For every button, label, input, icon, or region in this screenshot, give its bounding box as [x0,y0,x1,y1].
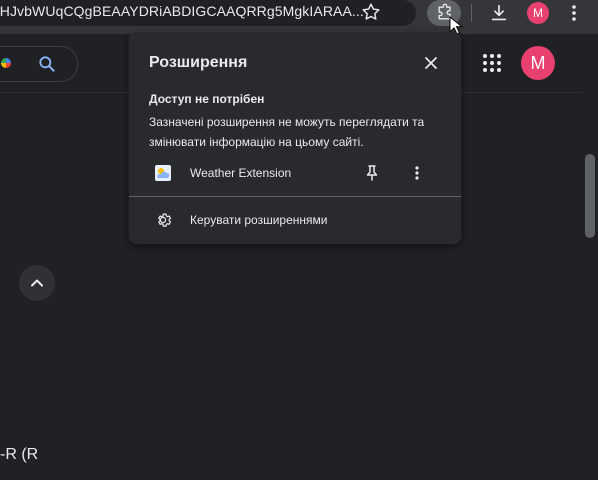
download-icon[interactable] [488,2,510,29]
more-vert-icon[interactable] [566,2,582,29]
address-bar[interactable]: ZjaHJvbWUqCQgBEAAYDRiABDIGCAAQRRg5MgkIAR… [0,0,416,26]
pin-icon[interactable] [364,164,380,187]
popup-divider [129,196,461,197]
page-text-fragment: -R (R [0,446,39,463]
extension-name: Weather Extension [190,166,292,180]
extensions-popup: Розширення Доступ не потрібен Зазначені … [129,32,461,244]
scrollbar-track[interactable] [582,92,598,480]
chevron-up-icon [31,279,43,287]
search-icon[interactable] [37,54,57,79]
scroll-up-button[interactable] [19,265,55,301]
star-icon[interactable] [360,1,382,23]
apps-icon[interactable] [482,53,502,78]
gear-icon [154,211,172,234]
section-description: Зазначені розширення не можуть перегляда… [149,115,425,149]
popup-title: Розширення [149,54,248,71]
google-logo-icon [1,58,11,68]
profile-avatar-large[interactable]: M [521,46,555,80]
profile-avatar-small[interactable]: M [527,2,549,24]
extension-row-weather[interactable]: Weather Extension [129,156,461,190]
toolbar-separator [471,4,472,22]
manage-extensions-label: Керувати розширеннями [190,213,328,227]
weather-icon [155,165,171,181]
url-text[interactable]: ZjaHJvbWUqCQgBEAAYDRiABDIGCAAQRRg5MgkIAR… [0,3,364,19]
close-icon[interactable] [422,54,440,72]
scrollbar-thumb[interactable] [585,154,595,238]
browser-toolbar: ZjaHJvbWUqCQgBEAAYDRiABDIGCAAQRRg5MgkIAR… [0,0,598,35]
search-box[interactable] [0,46,78,82]
section-title: Доступ не потрібен [149,92,265,106]
manage-extensions-item[interactable]: Керувати розширеннями [129,204,461,236]
extension-more-icon[interactable] [411,164,423,187]
